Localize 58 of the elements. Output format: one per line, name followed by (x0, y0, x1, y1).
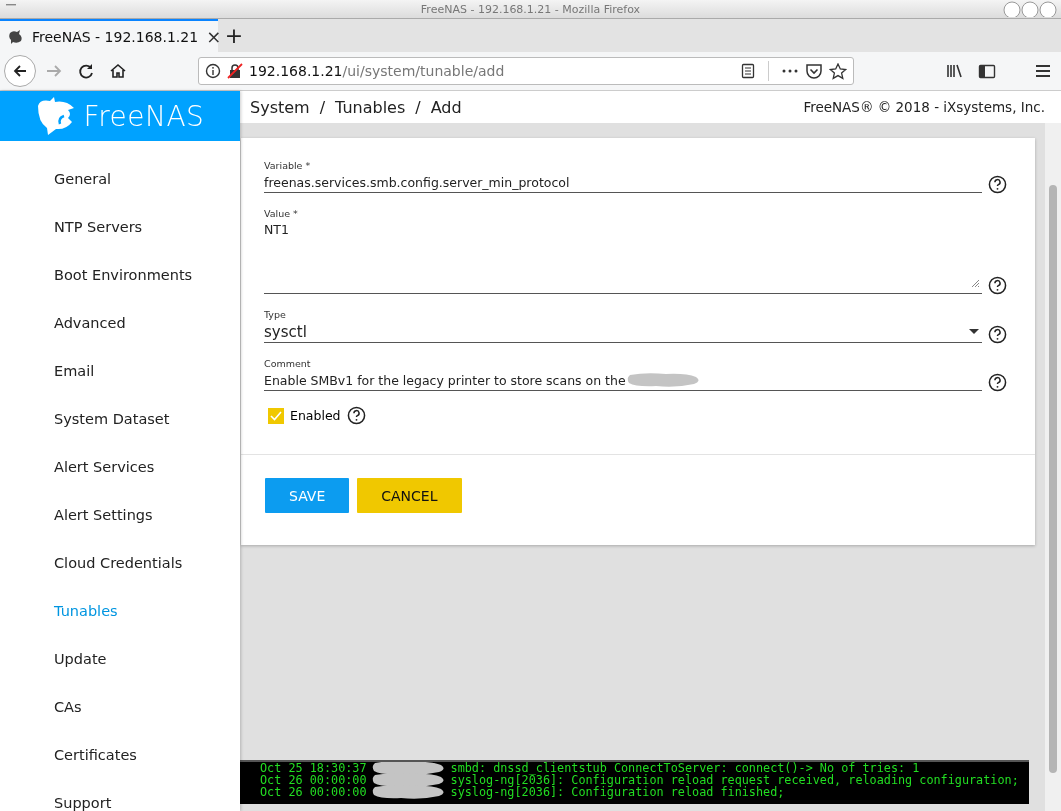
scrollbar[interactable] (1045, 123, 1061, 811)
text-area[interactable]: NT1 (264, 220, 982, 294)
breadcrumb-link[interactable]: Tunables (335, 97, 406, 117)
sidebar-item[interactable]: Update (0, 635, 240, 683)
back-button[interactable] (4, 55, 36, 87)
breadcrumb-separator: / (415, 97, 421, 117)
back-arrow-icon (12, 63, 28, 79)
console-message: smbd: dnssd_clientstub ConnectToServer: connect()-> No of tries: 1 (450, 762, 920, 774)
shark-icon (8, 28, 24, 45)
sidebar-item[interactable]: System Dataset (0, 395, 240, 443)
resize-grip-icon[interactable] (970, 278, 980, 288)
help-icon[interactable] (346, 406, 366, 425)
breadcrumb-separator: / (319, 97, 326, 117)
console-timestamp: Oct 25 18:30:37 (260, 762, 367, 774)
sidebar-item[interactable]: General (0, 155, 240, 203)
sidebar-item[interactable]: Certificates (0, 731, 240, 779)
window-controls-icon[interactable] (1003, 1, 1059, 17)
field-label: Type (264, 309, 287, 321)
checkbox[interactable] (268, 407, 284, 424)
breadcrumb-current: Add (430, 97, 462, 117)
logo-text: FreeNAS (83, 99, 205, 133)
console-timestamp: Oct 26 00:00:00 (260, 774, 367, 786)
console-message: syslog-ng[2036]: Configuration reload finished; (450, 786, 785, 798)
dropdown-arrow-icon (969, 329, 979, 334)
console-timestamp: Oct 26 00:00:00 (260, 786, 367, 798)
copyright-text: FreeNAS® © 2018 - iXsystems, Inc. (803, 99, 1045, 115)
help-icon[interactable] (988, 325, 1007, 344)
help-icon[interactable] (988, 175, 1007, 194)
field-label: Value * (264, 208, 299, 220)
insecure-lock-icon (227, 63, 243, 79)
sidebar-item[interactable]: Email (0, 347, 240, 395)
reader-view-icon[interactable] (740, 63, 756, 79)
text-field[interactable]: Enable SMBv1 for the legacy printer to store scans on the (264, 370, 982, 391)
sidebar-item[interactable]: Cloud Credentials (0, 539, 240, 587)
sidebar-item[interactable]: Boot Environments (0, 251, 240, 299)
sidebar-item[interactable]: NTP Servers (0, 203, 240, 251)
pocket-icon[interactable] (805, 63, 823, 79)
address-bar[interactable]: 192.168.1.21/ui/system/tunable/add (198, 57, 854, 85)
window-title: FreeNAS - 192.168.1.21 - Mozilla Firefox (420, 2, 641, 16)
sidebar-item[interactable]: Alert Services (0, 443, 240, 491)
select-field[interactable]: sysctl (264, 321, 982, 343)
text-field[interactable]: freenas.services.smb.config.server_min_protocol (264, 172, 982, 193)
breadcrumb-link[interactable]: System (250, 97, 310, 117)
help-icon[interactable] (988, 276, 1007, 295)
checkbox-label: Enabled (290, 408, 341, 423)
console-message: syslog-ng[2036]: Configuration reload request received, reloading configuration; (450, 774, 1019, 786)
sidebar-item[interactable]: CAs (0, 683, 240, 731)
sidebar-item[interactable]: Advanced (0, 299, 240, 347)
sidebar-item[interactable]: Support (0, 779, 240, 811)
info-icon[interactable] (205, 63, 221, 79)
browser-tab[interactable]: FreeNAS - 192.168.1.21 × (0, 19, 218, 52)
cancel-button[interactable]: CANCEL (357, 478, 462, 513)
sidebar-item[interactable]: Alert Settings (0, 491, 240, 539)
url-text: 192.168.1.21/ui/system/tunable/add (249, 63, 506, 79)
help-icon[interactable] (988, 373, 1007, 392)
field-label: Comment (264, 358, 312, 370)
field-label: Variable * (264, 160, 312, 172)
bookmark-star-icon[interactable] (829, 62, 847, 80)
